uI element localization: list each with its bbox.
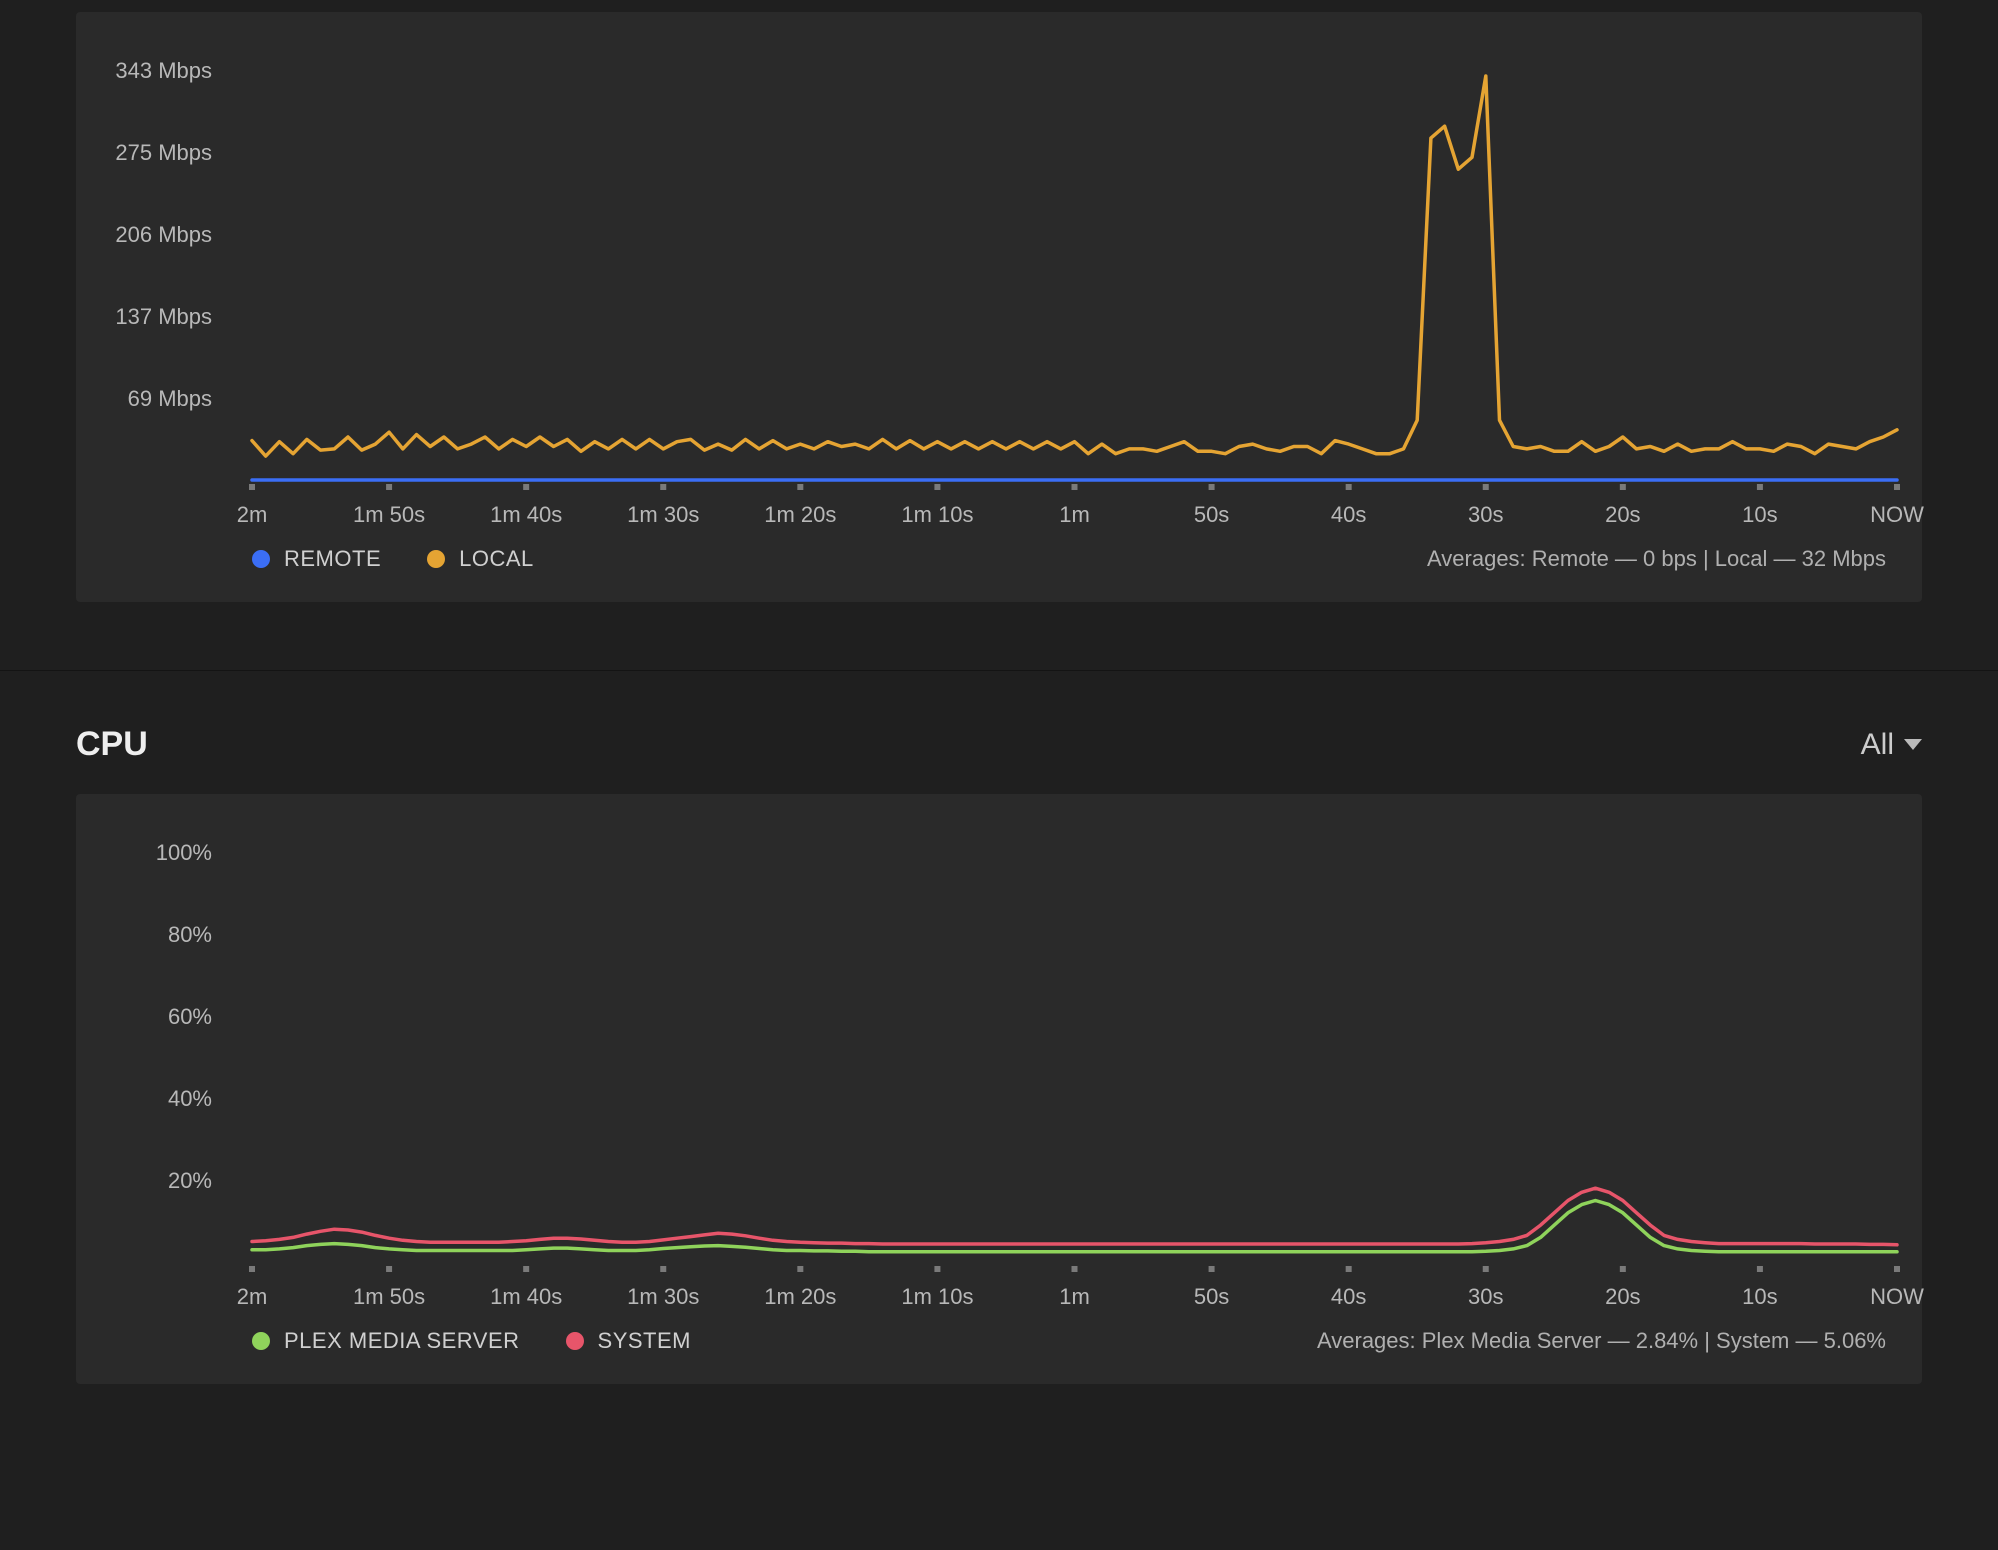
chevron-down-icon — [1904, 739, 1922, 750]
x-tick-label: 1m 50s — [353, 502, 425, 528]
x-tick-label: 2m — [237, 502, 268, 528]
cpu-y-tick-4: 80% — [82, 922, 212, 948]
x-tick-label: NOW — [1870, 502, 1924, 528]
bandwidth-averages: Averages: Remote — 0 bps | Local — 32 Mb… — [1427, 546, 1886, 572]
legend-pms-label: PLEX MEDIA SERVER — [284, 1328, 520, 1354]
x-tick-label: 1m 40s — [490, 502, 562, 528]
bandwidth-svg — [252, 52, 1902, 502]
system-swatch — [566, 1332, 584, 1350]
section-divider — [0, 670, 1998, 671]
x-tick-label: 40s — [1331, 502, 1366, 528]
x-tick-label: 40s — [1331, 1284, 1366, 1310]
x-tick-label: 1m — [1059, 502, 1090, 528]
x-tick-label: 20s — [1605, 1284, 1640, 1310]
x-tick-label: 20s — [1605, 502, 1640, 528]
cpu-svg — [252, 834, 1902, 1284]
x-tick-label: 1m 50s — [353, 1284, 425, 1310]
legend-local[interactable]: LOCAL — [427, 546, 534, 572]
bandwidth-legend-row: REMOTE LOCAL Averages: Remote — 0 bps | … — [112, 546, 1886, 572]
cpu-section-header: CPU All — [76, 725, 1922, 764]
bandwidth-chart-area: 343 Mbps 275 Mbps 206 Mbps 137 Mbps 69 M… — [112, 40, 1886, 500]
x-tick-label: 10s — [1742, 1284, 1777, 1310]
x-tick-label: 1m — [1059, 1284, 1090, 1310]
legend-pms[interactable]: PLEX MEDIA SERVER — [252, 1328, 520, 1354]
x-tick-label: 1m 30s — [627, 502, 699, 528]
bandwidth-chart-panel: 343 Mbps 275 Mbps 206 Mbps 137 Mbps 69 M… — [76, 12, 1922, 602]
x-tick-label: 50s — [1194, 1284, 1229, 1310]
cpu-y-tick-5: 100% — [82, 840, 212, 866]
cpu-chart-area: 100% 80% 60% 40% 20% 2m1m 50s1m 40s1m 30… — [112, 822, 1886, 1282]
cpu-y-tick-1: 20% — [82, 1168, 212, 1194]
x-tick-label: 30s — [1468, 502, 1503, 528]
legend-system[interactable]: SYSTEM — [566, 1328, 691, 1354]
x-tick-label: 50s — [1194, 502, 1229, 528]
bw-y-tick-3: 206 Mbps — [82, 222, 212, 248]
x-tick-label: NOW — [1870, 1284, 1924, 1310]
x-tick-label: 1m 10s — [901, 502, 973, 528]
cpu-filter-label: All — [1861, 728, 1894, 762]
cpu-y-tick-2: 40% — [82, 1086, 212, 1112]
cpu-y-tick-3: 60% — [82, 1004, 212, 1030]
legend-remote[interactable]: REMOTE — [252, 546, 381, 572]
x-tick-label: 1m 40s — [490, 1284, 562, 1310]
x-tick-label: 2m — [237, 1284, 268, 1310]
bw-y-tick-4: 275 Mbps — [82, 140, 212, 166]
cpu-legend-row: PLEX MEDIA SERVER SYSTEM Averages: Plex … — [112, 1328, 1886, 1354]
cpu-averages: Averages: Plex Media Server — 2.84% | Sy… — [1317, 1328, 1886, 1354]
bw-y-tick-2: 137 Mbps — [82, 304, 212, 330]
x-tick-label: 1m 20s — [764, 502, 836, 528]
legend-local-label: LOCAL — [459, 546, 534, 572]
x-tick-label: 1m 30s — [627, 1284, 699, 1310]
pms-swatch — [252, 1332, 270, 1350]
cpu-chart-panel: 100% 80% 60% 40% 20% 2m 1m 50s 1m 40s 1m 30… — [76, 794, 1922, 1384]
x-tick-label: 1m 10s — [901, 1284, 973, 1310]
cpu-filter-dropdown[interactable]: All — [1861, 728, 1922, 762]
legend-system-label: SYSTEM — [598, 1328, 691, 1354]
local-swatch — [427, 550, 445, 568]
x-tick-label: 10s — [1742, 502, 1777, 528]
cpu-title: CPU — [76, 725, 148, 764]
x-tick-label: 30s — [1468, 1284, 1503, 1310]
x-tick-label: 1m 20s — [764, 1284, 836, 1310]
remote-swatch — [252, 550, 270, 568]
bw-y-tick-5: 343 Mbps — [82, 58, 212, 84]
bw-y-tick-1: 69 Mbps — [82, 386, 212, 412]
legend-remote-label: REMOTE — [284, 546, 381, 572]
